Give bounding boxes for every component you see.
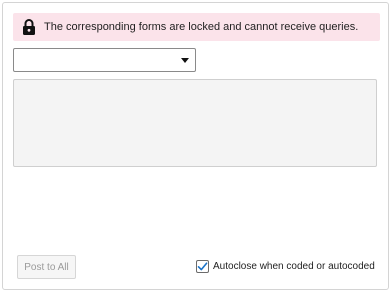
query-panel: The corresponding forms are locked and c… (2, 2, 389, 290)
caret-down-icon (181, 58, 189, 63)
query-textarea[interactable] (13, 79, 377, 167)
locked-forms-banner: The corresponding forms are locked and c… (13, 13, 380, 41)
checkmark-icon (197, 262, 208, 271)
lock-icon (22, 19, 36, 35)
autoclose-checkbox[interactable] (196, 260, 209, 273)
banner-message: The corresponding forms are locked and c… (44, 21, 359, 33)
autoclose-label: Autoclose when coded or autocoded (213, 261, 375, 272)
post-to-all-button[interactable]: Post to All (17, 255, 76, 279)
recipient-select[interactable] (13, 48, 196, 72)
autoclose-option[interactable]: Autoclose when coded or autocoded (196, 260, 375, 273)
